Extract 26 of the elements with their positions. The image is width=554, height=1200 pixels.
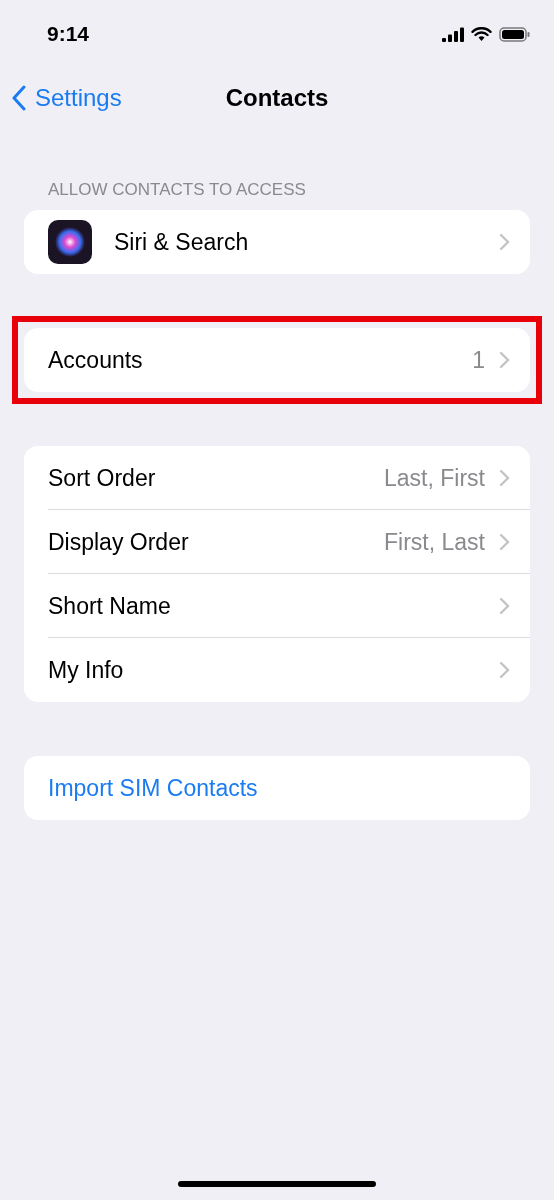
- settings-row[interactable]: My Info: [24, 638, 530, 702]
- row-label: Siri & Search: [114, 228, 250, 256]
- settings-row[interactable]: Accounts 1: [24, 328, 530, 392]
- row-value: Last, First: [384, 464, 485, 492]
- page-title: Contacts: [225, 84, 329, 112]
- row-label: Accounts: [48, 346, 144, 374]
- row-label: Short Name: [48, 592, 172, 620]
- settings-row[interactable]: Siri & Search: [24, 210, 530, 274]
- row-value: First, Last: [384, 528, 485, 556]
- back-button[interactable]: Settings: [12, 84, 122, 112]
- orb-app-icon: [48, 220, 92, 264]
- row-label: My Info: [48, 656, 125, 684]
- back-chevron-icon: [12, 85, 27, 111]
- row-label: Display Order: [48, 528, 190, 556]
- row-value: 1: [472, 346, 485, 374]
- wifi-icon: [471, 26, 492, 42]
- status-time: 9:14: [47, 22, 90, 46]
- row-label: Import SIM Contacts: [48, 774, 259, 802]
- settings-row[interactable]: Sort Order Last, First: [24, 446, 530, 510]
- settings-row[interactable]: Display Order First, Last: [24, 510, 530, 574]
- settings-row[interactable]: Short Name: [24, 574, 530, 638]
- settings-row[interactable]: Import SIM Contacts: [24, 756, 530, 820]
- battery-icon: [499, 26, 530, 42]
- signal-icon: [442, 26, 464, 42]
- section-header: ALLOW CONTACTS TO ACCESS: [47, 180, 307, 201]
- row-label: Sort Order: [48, 464, 157, 492]
